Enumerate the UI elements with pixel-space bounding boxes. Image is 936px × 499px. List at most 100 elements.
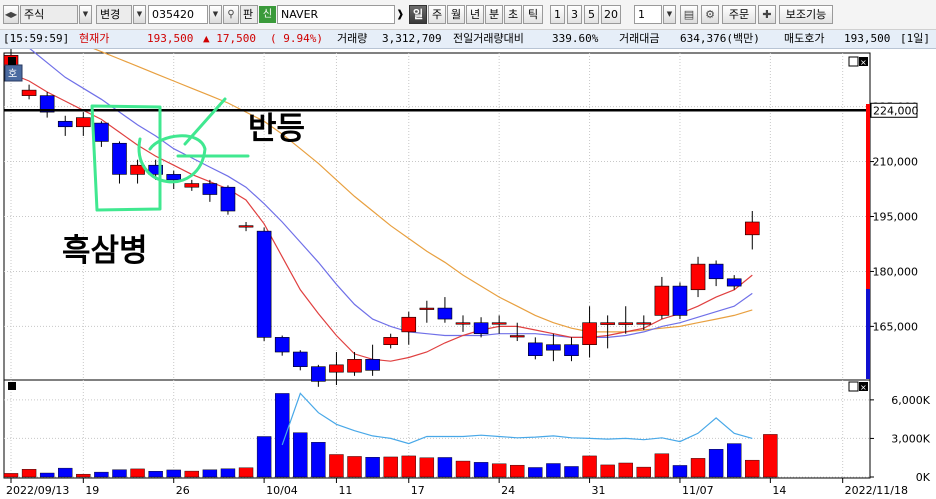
stock-name: NAVER	[281, 8, 319, 21]
settings-icon[interactable]: ⚙	[701, 5, 719, 24]
volume-bar-down	[473, 462, 489, 478]
period-year-label: 년	[469, 8, 481, 21]
market-select[interactable]: 주식	[20, 5, 78, 24]
code-input[interactable]: 035420	[148, 5, 208, 24]
code-dropdown-icon[interactable]: ▼	[209, 5, 222, 24]
candle-down	[311, 366, 326, 382]
order-label: 주문	[728, 8, 750, 21]
period-minute-button[interactable]: 분	[485, 5, 503, 24]
ask-value: 193,500	[844, 32, 891, 45]
axis-up-bar	[866, 104, 870, 289]
date-tick-label: 17	[411, 484, 425, 497]
interval-input[interactable]: 1	[634, 5, 662, 24]
date-tick-label: 26	[176, 484, 190, 497]
volume-bar-up	[582, 455, 597, 478]
new-badge: 신	[259, 6, 276, 23]
volume-bar-up	[21, 469, 37, 478]
date-tick-label: 11	[338, 484, 352, 497]
volume-bar-down	[528, 467, 543, 478]
stock-name-field[interactable]: NAVER	[277, 5, 395, 24]
search-icon[interactable]: ⚲	[223, 5, 239, 24]
period-tag: [1일]	[900, 32, 930, 45]
volume-tick-label: 3,000K	[891, 432, 930, 445]
candle-up	[419, 307, 435, 310]
price-panel-badge-text: 호	[8, 68, 17, 80]
bracket-icon: ❱	[396, 9, 405, 20]
save-icon[interactable]: ▤	[680, 5, 698, 24]
price-panel-minimize-icon[interactable]	[848, 56, 859, 67]
period-year-button[interactable]: 년	[466, 5, 484, 24]
price-tick-label: 195,000	[873, 211, 919, 224]
period-tick-button[interactable]: 틱	[523, 5, 543, 24]
plus-icon[interactable]: ✚	[758, 5, 776, 24]
interval-value: 1	[638, 8, 645, 21]
amount-label: 거래대금	[619, 32, 660, 45]
candle-down	[708, 263, 724, 280]
volume-label: 거래량	[337, 32, 368, 45]
volume-bar-down	[672, 465, 688, 478]
volume-bar-down	[727, 443, 742, 478]
stepper-icon[interactable]: ◀▶	[3, 5, 19, 24]
interval-1-button[interactable]: 1	[550, 5, 565, 24]
volume-bar-down	[220, 468, 236, 478]
candle-up	[347, 359, 362, 373]
date-tick-label: 14	[772, 484, 786, 497]
volume-bar-down	[437, 457, 453, 478]
market-dropdown-icon[interactable]: ▼	[79, 5, 92, 24]
volume-panel-minimize-icon[interactable]	[848, 381, 859, 392]
candle-up	[401, 316, 417, 333]
code-value: 035420	[152, 8, 194, 21]
pan-button[interactable]: 판	[240, 5, 258, 24]
price-tick-label: 210,000	[873, 156, 919, 169]
volume-bar-up	[690, 458, 706, 478]
aux-function-button[interactable]: 보조기능	[779, 5, 833, 24]
volume-bar-down	[275, 393, 290, 478]
volume-bar-up	[184, 470, 200, 478]
bounce-annotation-text: 반등	[248, 111, 305, 147]
candle-up	[383, 337, 398, 345]
period-second-label: 초	[507, 8, 519, 21]
interval-20-button[interactable]: 20	[601, 5, 621, 24]
ask-label: 매도호가	[784, 32, 825, 45]
volume-bar-down	[148, 471, 163, 478]
change-dropdown-icon[interactable]: ▼	[133, 5, 146, 24]
period-second-button[interactable]: 초	[504, 5, 522, 24]
volume-bar-down	[293, 432, 308, 478]
period-day-button[interactable]: 일	[409, 5, 427, 24]
interval-5-button[interactable]: 5	[584, 5, 599, 24]
period-tick-label: 틱	[527, 8, 539, 21]
volume-bar-up	[763, 434, 778, 478]
interval-3-button[interactable]: 3	[567, 5, 582, 24]
candle-down	[94, 122, 109, 142]
volume-bar-up	[455, 460, 471, 478]
aux-function-label: 보조기능	[785, 8, 827, 21]
candle-up	[582, 322, 597, 345]
order-button[interactable]: 주문	[722, 5, 756, 24]
price-tick-label: 180,000	[873, 265, 919, 278]
candle-up	[76, 117, 91, 128]
candle-down	[256, 230, 272, 338]
quote-info-bar: [15:59:59] 현재가 193,500 ▲ 17,500 ( 9.94%)…	[0, 30, 936, 49]
period-week-button[interactable]: 주	[428, 5, 446, 24]
volume-bar-down	[546, 463, 561, 478]
candle-up	[21, 89, 37, 96]
candle-down	[292, 351, 308, 367]
volume-bar-up	[130, 468, 145, 478]
price-tick-label: 165,000	[873, 320, 919, 333]
stock-chart[interactable]: 165,000180,000195,000210,000225,000 0K3,…	[0, 49, 936, 499]
candle-up	[654, 285, 670, 316]
volume-bar-down	[311, 442, 326, 478]
candle-up	[690, 263, 706, 291]
date-tick-label: 31	[592, 484, 606, 497]
volume-bar-up	[383, 456, 398, 478]
price-change-pct: ( 9.94%)	[270, 32, 323, 45]
volume-bar-up	[419, 457, 435, 478]
candle-down	[528, 342, 543, 356]
volume-bar-down	[112, 469, 127, 478]
price-change: ▲ 17,500	[203, 32, 256, 45]
candle-up	[184, 183, 200, 188]
change-field[interactable]: 변경	[96, 5, 132, 24]
date-tick-label: 2022/11/18	[845, 484, 908, 497]
interval-dropdown-icon[interactable]: ▼	[663, 5, 676, 24]
period-month-button[interactable]: 월	[447, 5, 465, 24]
